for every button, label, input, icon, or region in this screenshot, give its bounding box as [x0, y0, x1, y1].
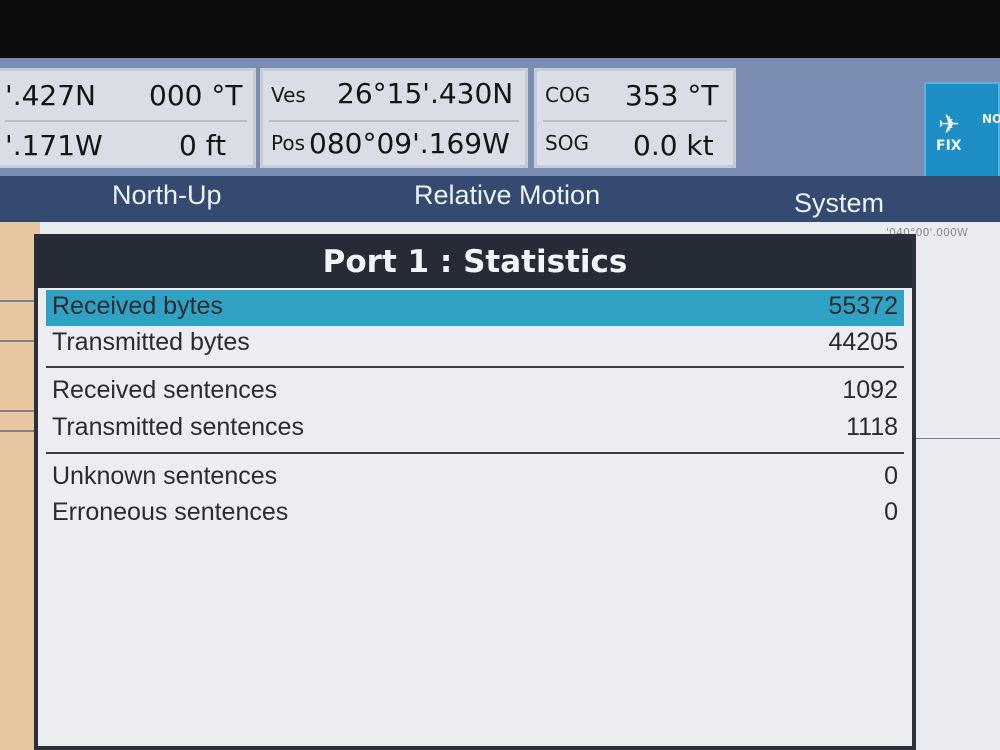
- cog-label: COG: [545, 83, 591, 107]
- stat-label: Transmitted sentences: [52, 413, 304, 441]
- fix-button[interactable]: ✈ FIX NO: [924, 82, 1000, 178]
- panel-divider: [5, 120, 247, 122]
- stat-value: 55372: [828, 292, 898, 320]
- stat-row-unknown-sentences[interactable]: Unknown sentences 0: [46, 460, 904, 496]
- stat-row-received-sentences[interactable]: Received sentences 1092: [46, 374, 904, 410]
- longitude-value: '.171W: [5, 129, 103, 162]
- stat-value: 44205: [828, 328, 898, 356]
- chart-grid-line: [916, 438, 1000, 439]
- stat-value: 0: [884, 498, 898, 526]
- stat-label: Received bytes: [52, 292, 223, 320]
- stat-value: 0: [884, 462, 898, 490]
- fix-label: FIX: [936, 138, 962, 154]
- satellite-icon: ✈: [938, 110, 960, 140]
- vessel-longitude: 080°09'.169W: [309, 127, 510, 160]
- sog-value: 0.0 kt: [633, 129, 714, 162]
- vessel-latitude: 26°15'.430N: [337, 77, 514, 110]
- panel-divider: [543, 120, 727, 122]
- cog-value: 353 °T: [625, 79, 719, 112]
- position-panel-left: '.427N 000 °T '.171W 0 ft: [0, 68, 256, 168]
- heading-value: 000 °T: [149, 79, 243, 112]
- dialog-title: Port 1 : Statistics: [38, 238, 912, 288]
- latitude-value: '.427N: [5, 79, 96, 112]
- no-label: NO: [982, 112, 1000, 126]
- menu-relative-motion[interactable]: Relative Motion: [414, 180, 600, 211]
- stat-label: Transmitted bytes: [52, 328, 250, 356]
- stat-label: Unknown sentences: [52, 462, 278, 490]
- stat-label: Received sentences: [52, 376, 278, 404]
- vessel-label: Ves: [271, 83, 306, 107]
- vessel-position-panel: Ves 26°15'.430N Pos 080°09'.169W: [260, 68, 528, 168]
- menu-bar: North-Up Relative Motion System: [0, 176, 1000, 222]
- stat-value: 1118: [846, 413, 898, 441]
- depth-value: 0 ft: [179, 129, 227, 162]
- sog-label: SOG: [545, 131, 589, 155]
- panel-divider: [269, 120, 519, 122]
- statistics-dialog: Port 1 : Statistics Received bytes 55372…: [34, 234, 916, 750]
- stat-value: 1092: [842, 376, 898, 404]
- course-panel: COG 353 °T SOG 0.0 kt: [534, 68, 736, 168]
- stat-label: Erroneous sentences: [52, 498, 289, 526]
- section-divider: [46, 452, 904, 454]
- stat-row-erroneous-sentences[interactable]: Erroneous sentences 0: [46, 496, 904, 532]
- position-label: Pos: [271, 131, 306, 155]
- stat-row-transmitted-bytes[interactable]: Transmitted bytes 44205: [46, 326, 904, 362]
- section-divider: [46, 366, 904, 368]
- menu-north-up[interactable]: North-Up: [112, 180, 222, 211]
- stat-row-received-bytes[interactable]: Received bytes 55372: [46, 290, 904, 326]
- stat-row-transmitted-sentences[interactable]: Transmitted sentences 1118: [46, 411, 904, 447]
- menu-system[interactable]: System: [794, 188, 884, 219]
